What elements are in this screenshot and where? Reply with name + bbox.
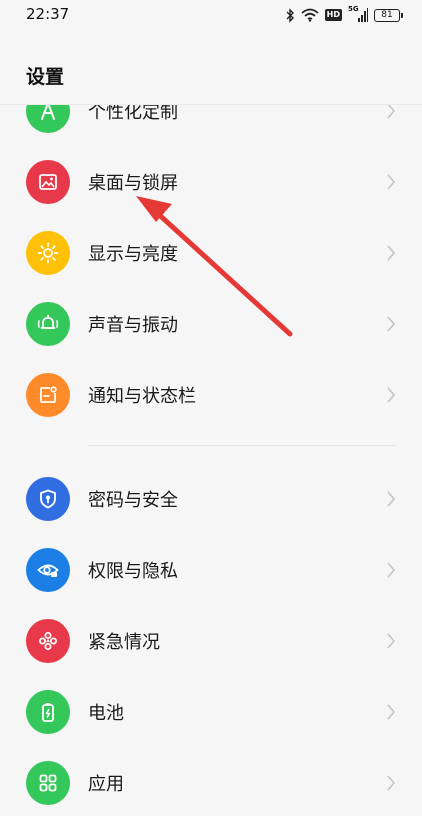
settings-item-emergency[interactable]: 紧急情况	[0, 606, 422, 676]
battery-indicator: 81	[374, 8, 403, 22]
chevron-right-icon	[387, 105, 396, 119]
status-time: 22:37	[26, 5, 70, 23]
chevron-right-icon	[387, 562, 396, 578]
settings-item-notifications-statusbar[interactable]: 通知与状态栏	[0, 360, 422, 430]
chevron-right-icon	[387, 174, 396, 190]
hd-badge: HD	[324, 9, 342, 21]
settings-item-label: 应用	[88, 774, 124, 795]
status-bar: 22:37 HD 5G 81	[0, 0, 422, 30]
settings-item-label: 桌面与锁屏	[88, 173, 178, 194]
bluetooth-icon	[285, 7, 295, 23]
settings-item-battery[interactable]: 电池	[0, 677, 422, 747]
shield-lock-icon	[26, 477, 70, 521]
settings-item-apps[interactable]: 应用	[0, 748, 422, 816]
settings-item-display-brightness[interactable]: 显示与亮度	[0, 218, 422, 288]
settings-item-desktop-lockscreen[interactable]: 桌面与锁屏	[0, 147, 422, 217]
chevron-right-icon	[387, 775, 396, 791]
settings-item-label: 紧急情况	[88, 632, 160, 653]
status-icons: HD 5G 81	[285, 5, 403, 24]
settings-item-personalization[interactable]: 个性化定制	[0, 104, 422, 146]
battery-level: 81	[381, 9, 393, 20]
settings-item-label: 显示与亮度	[88, 244, 178, 265]
settings-item-label: 密码与安全	[88, 490, 178, 511]
settings-item-label: 声音与振动	[88, 315, 178, 336]
notification-icon	[26, 373, 70, 417]
chevron-right-icon	[387, 387, 396, 403]
emergency-icon	[26, 619, 70, 663]
image-icon	[26, 160, 70, 204]
sun-icon	[26, 231, 70, 275]
page-title: 设置	[26, 66, 65, 88]
settings-item-sound-vibration[interactable]: 声音与振动	[0, 289, 422, 359]
eye-lock-icon	[26, 548, 70, 592]
settings-item-label: 个性化定制	[88, 104, 178, 123]
signal-icon: 5G	[348, 5, 368, 23]
bell-icon	[26, 302, 70, 346]
chevron-right-icon	[387, 704, 396, 720]
settings-item-label: 权限与隐私	[88, 561, 178, 582]
settings-item-label: 电池	[88, 703, 124, 724]
chevron-right-icon	[387, 491, 396, 507]
chevron-right-icon	[387, 633, 396, 649]
wifi-icon	[301, 8, 319, 22]
settings-item-permissions-privacy[interactable]: 权限与隐私	[0, 535, 422, 605]
section-divider	[88, 445, 396, 446]
chevron-right-icon	[387, 316, 396, 332]
chevron-right-icon	[387, 245, 396, 261]
apps-grid-icon	[26, 761, 70, 805]
settings-list[interactable]: 个性化定制 桌面与锁屏 显示与亮度 声音与振动 通知与状态栏 密码与安全 权限与…	[0, 104, 422, 816]
settings-item-label: 通知与状态栏	[88, 386, 196, 407]
palette-icon	[26, 105, 70, 133]
settings-item-password-security[interactable]: 密码与安全	[0, 464, 422, 534]
battery-icon	[26, 690, 70, 734]
